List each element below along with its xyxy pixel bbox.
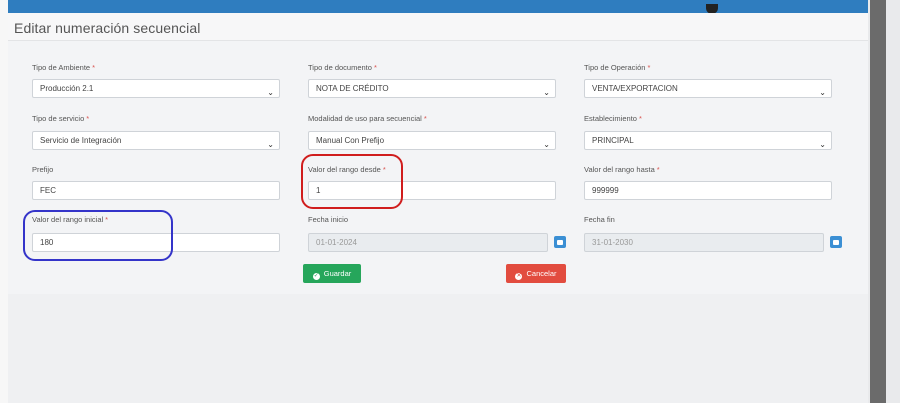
top-bar [8,0,868,14]
annotation-highlight-red [301,154,403,209]
tipo-servicio-select[interactable]: Servicio de Integración ⌄ [32,131,280,150]
tipo-ambiente-label: Tipo de Ambiente * [32,63,96,72]
prefijo-input[interactable]: FEC [32,181,280,200]
fecha-fin-label: Fecha fin [584,215,615,224]
calendar-icon[interactable] [554,236,566,248]
chevron-down-icon: ⌄ [267,140,274,149]
modalidad-label: Modalidad de uso para secuencial * [308,114,427,123]
chevron-down-icon: ⌄ [819,88,826,97]
tipo-servicio-label: Tipo de servicio * [32,114,90,123]
calendar-icon[interactable] [830,236,842,248]
tipo-ambiente-select[interactable]: Producción 2.1 ⌄ [32,79,280,98]
tipo-documento-label: Tipo de documento * [308,63,377,72]
scrollbar[interactable] [870,0,886,403]
rango-hasta-label: Valor del rango hasta * [584,165,660,174]
tipo-documento-select[interactable]: NOTA DE CRÉDITO ⌄ [308,79,556,98]
chevron-down-icon: ⌄ [543,140,550,149]
establecimiento-label: Establecimiento * [584,114,642,123]
page-title: Editar numeración secuencial [14,20,201,36]
fecha-fin-input: 31-01-2030 [584,233,824,252]
tipo-operacion-label: Tipo de Operación * [584,63,651,72]
empty-area [8,294,868,403]
save-button[interactable]: ✓ Guardar [303,264,361,283]
tipo-operacion-select[interactable]: VENTA/EXPORTACION ⌄ [584,79,832,98]
edit-panel: Editar numeración secuencial Tipo de Amb… [8,0,868,403]
establecimiento-select[interactable]: PRINCIPAL ⌄ [584,131,832,150]
chevron-down-icon: ⌄ [267,88,274,97]
cancel-button[interactable]: ✕ Cancelar [506,264,566,283]
annotation-highlight-blue [23,210,173,261]
chevron-down-icon: ⌄ [543,88,550,97]
chevron-down-icon: ⌄ [819,140,826,149]
close-icon: ✕ [515,273,523,280]
modalidad-select[interactable]: Manual Con Prefijo ⌄ [308,131,556,150]
rango-hasta-input[interactable]: 999999 [584,181,832,200]
fecha-inicio-label: Fecha inicio [308,215,349,224]
check-icon: ✓ [312,273,320,280]
prefijo-label: Prefijo [32,165,54,174]
left-gutter [0,0,8,403]
fecha-inicio-input: 01-01-2024 [308,233,548,252]
